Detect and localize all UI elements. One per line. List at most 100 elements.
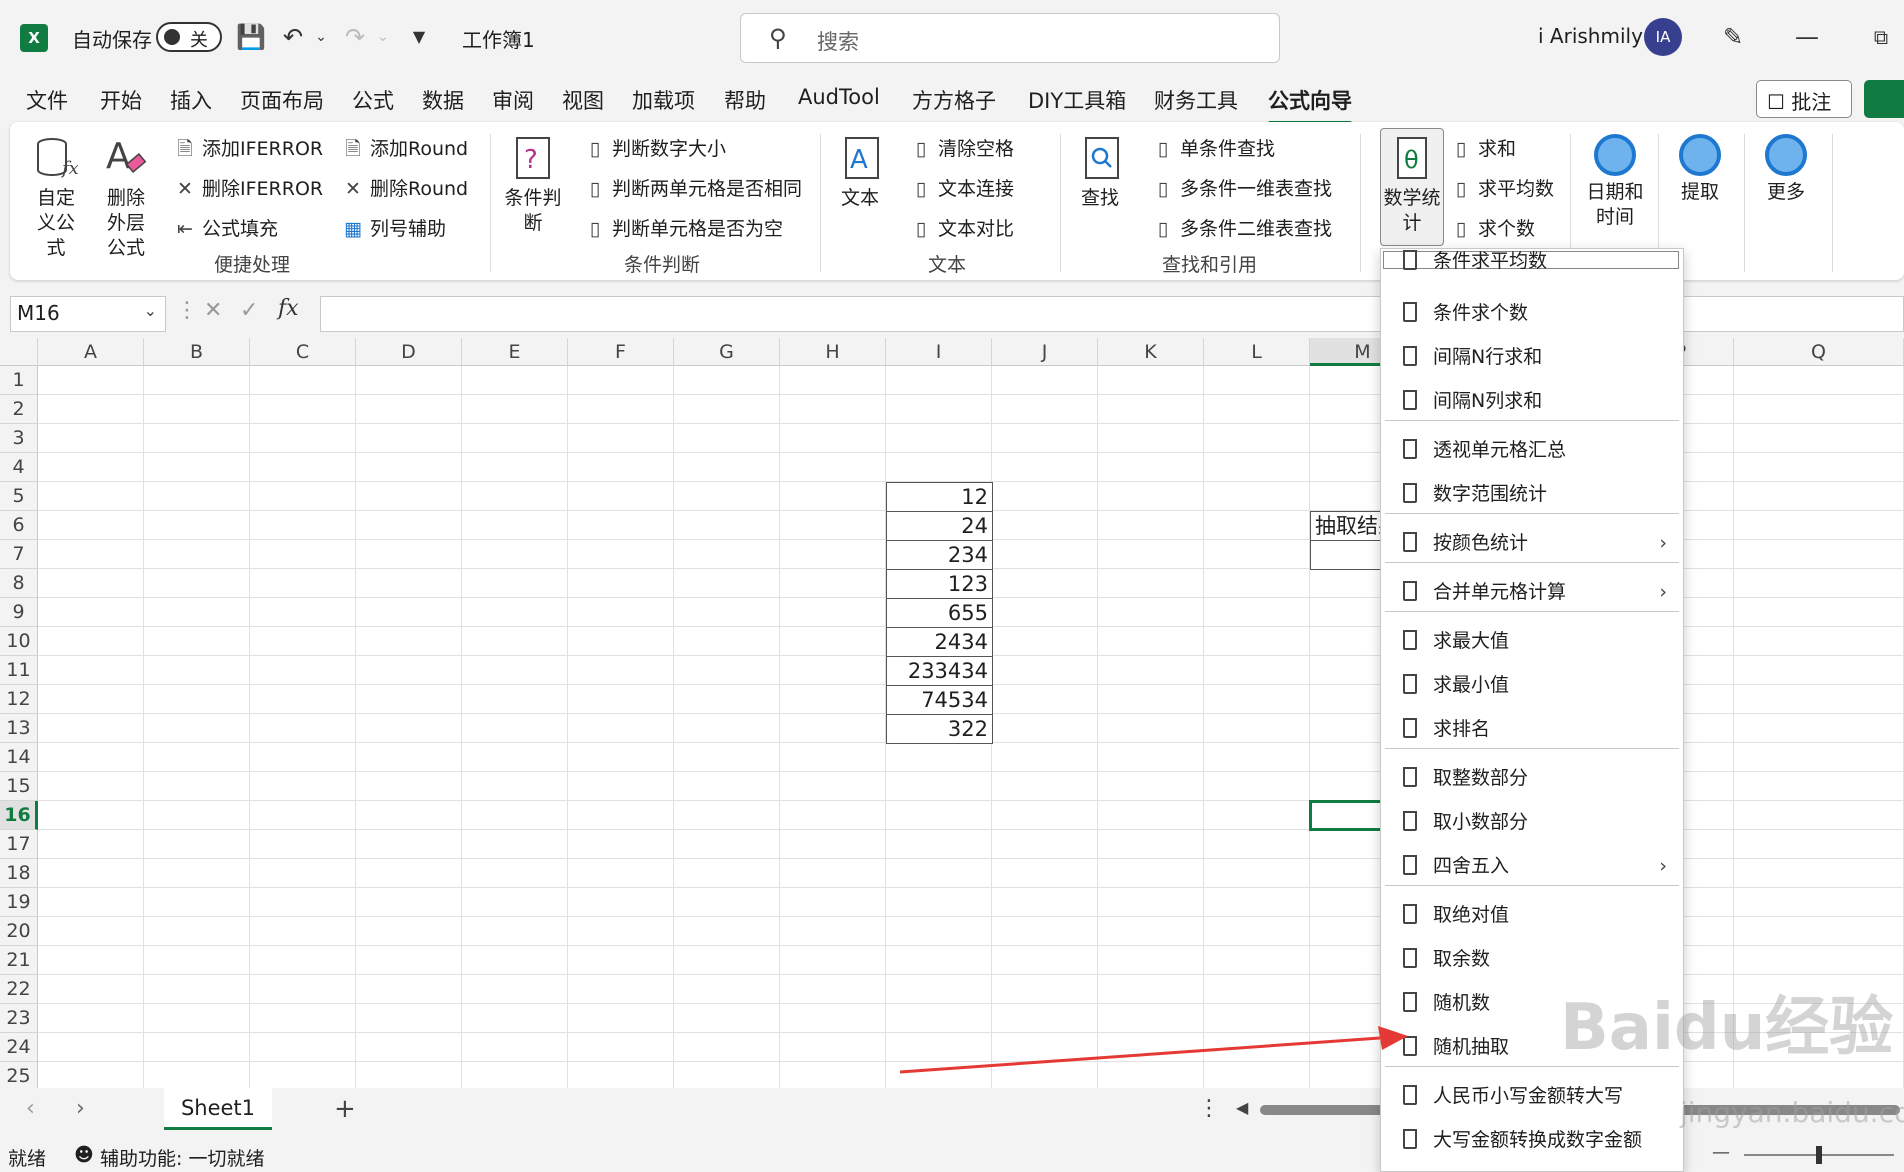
tab-data[interactable]: 数据 — [422, 85, 464, 115]
column-header-g[interactable]: G — [674, 338, 780, 366]
menu-item-8[interactable]: 求最小值 — [1381, 665, 1683, 705]
next-sheet-icon[interactable]: › — [76, 1096, 85, 1121]
share-button[interactable] — [1864, 80, 1904, 118]
cell-i9[interactable]: 655 — [886, 598, 993, 628]
delete-round-button[interactable]: ✕ 删除Round — [342, 174, 468, 201]
column-header-a[interactable]: A — [38, 338, 144, 366]
row-header-1[interactable]: 1 — [0, 366, 38, 395]
row-header-11[interactable]: 11 — [0, 656, 38, 685]
column-header-c[interactable]: C — [250, 338, 356, 366]
sheet-tab[interactable]: Sheet1 — [164, 1088, 272, 1130]
column-header-j[interactable]: J — [992, 338, 1098, 366]
menu-item-10[interactable]: 取整数部分 — [1381, 758, 1683, 798]
extract-button[interactable]: 提取 — [1670, 134, 1730, 205]
add-sheet-icon[interactable]: + — [334, 1094, 356, 1124]
menu-item-18[interactable]: 大写金额转换成数字金额 — [1381, 1120, 1683, 1160]
row-header-15[interactable]: 15 — [0, 772, 38, 801]
column-header-h[interactable]: H — [780, 338, 886, 366]
tab-formula-wizard[interactable]: 公式向导 — [1268, 85, 1352, 125]
cell-i8[interactable]: 123 — [886, 569, 993, 599]
judge-cells-equal-button[interactable]: ▯ 判断两单元格是否相同 — [584, 174, 802, 201]
designer-pen-icon[interactable]: ✎ — [1718, 22, 1748, 52]
sum-button[interactable]: ▯ 求和 — [1450, 134, 1516, 161]
row-header-8[interactable]: 8 — [0, 569, 38, 598]
user-name[interactable]: i Arishmily — [1538, 24, 1643, 48]
tab-review[interactable]: 审阅 — [492, 85, 534, 115]
delete-outer-formula-button[interactable]: A 删除外层公式 — [98, 136, 154, 261]
menu-item-5[interactable]: 按颜色统计 › — [1381, 523, 1683, 563]
menu-item-14[interactable]: 取余数 — [1381, 939, 1683, 979]
column-header-q[interactable]: Q — [1734, 338, 1904, 366]
more-button[interactable]: 更多 — [1756, 134, 1816, 205]
row-header-24[interactable]: 24 — [0, 1033, 38, 1062]
cell-i6[interactable]: 24 — [886, 511, 993, 541]
column-header-k[interactable]: K — [1098, 338, 1204, 366]
accessibility-status[interactable]: 辅助功能: 一切就绪 — [100, 1144, 264, 1171]
tab-fangfanggezi[interactable]: 方方格子 — [912, 85, 996, 115]
autosave-toggle[interactable]: 关 — [156, 22, 222, 52]
undo-dropdown-icon[interactable]: ⌄ — [306, 22, 336, 52]
judge-number-size-button[interactable]: ▯ 判断数字大小 — [584, 134, 726, 161]
menu-item-1[interactable]: 间隔N行求和 — [1381, 337, 1683, 377]
row-header-9[interactable]: 9 — [0, 598, 38, 627]
zoom-slider-thumb[interactable] — [1816, 1146, 1822, 1164]
tab-audtool[interactable]: AudTool — [798, 85, 880, 109]
math-stats-button[interactable]: θ 数学统计 — [1382, 136, 1442, 236]
row-header-6[interactable]: 6 — [0, 511, 38, 540]
column-header-b[interactable]: B — [144, 338, 250, 366]
row-header-13[interactable]: 13 — [0, 714, 38, 743]
row-header-12[interactable]: 12 — [0, 685, 38, 714]
row-header-14[interactable]: 14 — [0, 743, 38, 772]
column-header-d[interactable]: D — [356, 338, 462, 366]
row-header-10[interactable]: 10 — [0, 627, 38, 656]
average-button[interactable]: ▯ 求平均数 — [1450, 174, 1554, 201]
accessibility-icon[interactable]: ☻ — [74, 1144, 94, 1166]
menu-item-6[interactable]: 合并单元格计算 › — [1381, 572, 1683, 612]
minimize-icon[interactable]: — — [1792, 22, 1822, 52]
menu-item-4[interactable]: 数字范围统计 — [1381, 474, 1683, 514]
cancel-icon[interactable]: ✕ — [204, 298, 222, 323]
menu-item-12[interactable]: 四舍五入 › — [1381, 846, 1683, 886]
menu-item-17[interactable]: 人民币小写金额转大写 — [1381, 1076, 1683, 1116]
text-compare-button[interactable]: ▯ 文本对比 — [910, 214, 1014, 241]
cell-i13[interactable]: 322 — [886, 714, 993, 744]
row-header-17[interactable]: 17 — [0, 830, 38, 859]
tab-page-layout[interactable]: 页面布局 — [240, 85, 324, 115]
tab-view[interactable]: 视图 — [562, 85, 604, 115]
column-header-i[interactable]: I — [886, 338, 992, 366]
redo-dropdown-icon[interactable]: ⌄ — [368, 22, 398, 52]
prev-sheet-icon[interactable]: ‹ — [26, 1096, 35, 1121]
tab-finance-tools[interactable]: 财务工具 — [1154, 85, 1238, 115]
clear-spaces-button[interactable]: ▯ 清除空格 — [910, 134, 1014, 161]
row-header-5[interactable]: 5 — [0, 482, 38, 511]
customize-toolbar-icon[interactable]: ▼ — [404, 22, 434, 52]
count-button[interactable]: ▯ 求个数 — [1450, 214, 1535, 241]
column-header-e[interactable]: E — [462, 338, 568, 366]
tab-insert[interactable]: 插入 — [170, 85, 212, 115]
datetime-button[interactable]: 日期和时间 — [1584, 134, 1646, 230]
more-options-icon[interactable]: ⋮ — [176, 298, 198, 323]
multi-1d-lookup-button[interactable]: ▯ 多条件一维表查找 — [1152, 174, 1332, 201]
menu-item-2[interactable]: 间隔N列求和 — [1381, 381, 1683, 421]
cell-i5[interactable]: 12 — [886, 482, 993, 512]
menu-item-7[interactable]: 求最大值 — [1381, 621, 1683, 661]
search-box[interactable]: ⚲ 搜索 — [740, 13, 1280, 63]
cell-i10[interactable]: 2434 — [886, 627, 993, 657]
row-header-3[interactable]: 3 — [0, 424, 38, 453]
menu-item-3[interactable]: 透视单元格汇总 — [1381, 430, 1683, 470]
select-all-corner[interactable] — [0, 338, 38, 366]
chevron-down-icon[interactable]: ⌄ — [144, 301, 157, 320]
tab-diy-toolbox[interactable]: DIY工具箱 — [1028, 85, 1126, 115]
scroll-left-icon[interactable]: ◀ — [1236, 1098, 1248, 1117]
row-header-4[interactable]: 4 — [0, 453, 38, 482]
column-header-l[interactable]: L — [1204, 338, 1310, 366]
more-options-icon[interactable]: ⋮ — [1198, 1096, 1220, 1121]
column-helper-button[interactable]: ▦ 列号辅助 — [342, 214, 446, 241]
row-header-19[interactable]: 19 — [0, 888, 38, 917]
add-round-button[interactable]: 🗎 添加Round — [342, 134, 468, 167]
formula-fill-button[interactable]: ⇤ 公式填充 — [174, 214, 278, 241]
tab-formulas[interactable]: 公式 — [352, 85, 394, 115]
redo-icon[interactable]: ↷ — [340, 22, 370, 52]
comment-button[interactable]: ☐ 批注 — [1756, 80, 1852, 118]
row-header-22[interactable]: 22 — [0, 975, 38, 1004]
